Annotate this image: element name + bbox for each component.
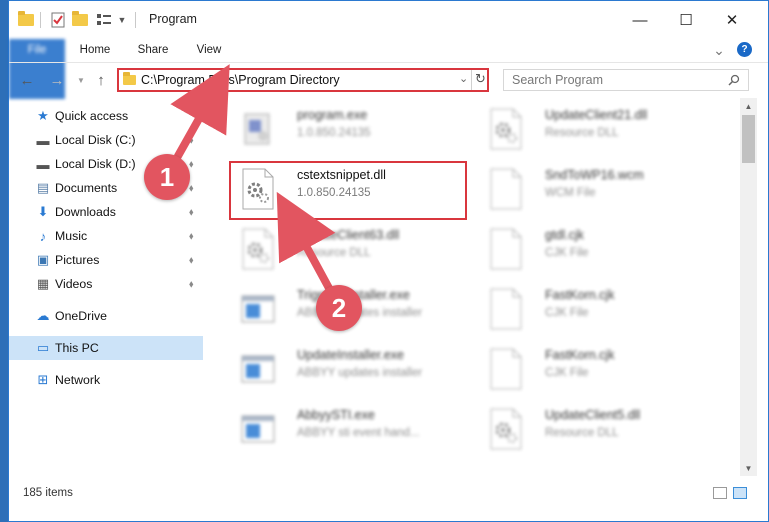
arrow-to-file bbox=[276, 191, 336, 294]
annotation-arrows bbox=[170, 64, 336, 294]
callout-step-2: 2 bbox=[316, 285, 362, 331]
arrow-to-address bbox=[170, 64, 230, 160]
callout-step-1: 1 bbox=[144, 154, 190, 200]
